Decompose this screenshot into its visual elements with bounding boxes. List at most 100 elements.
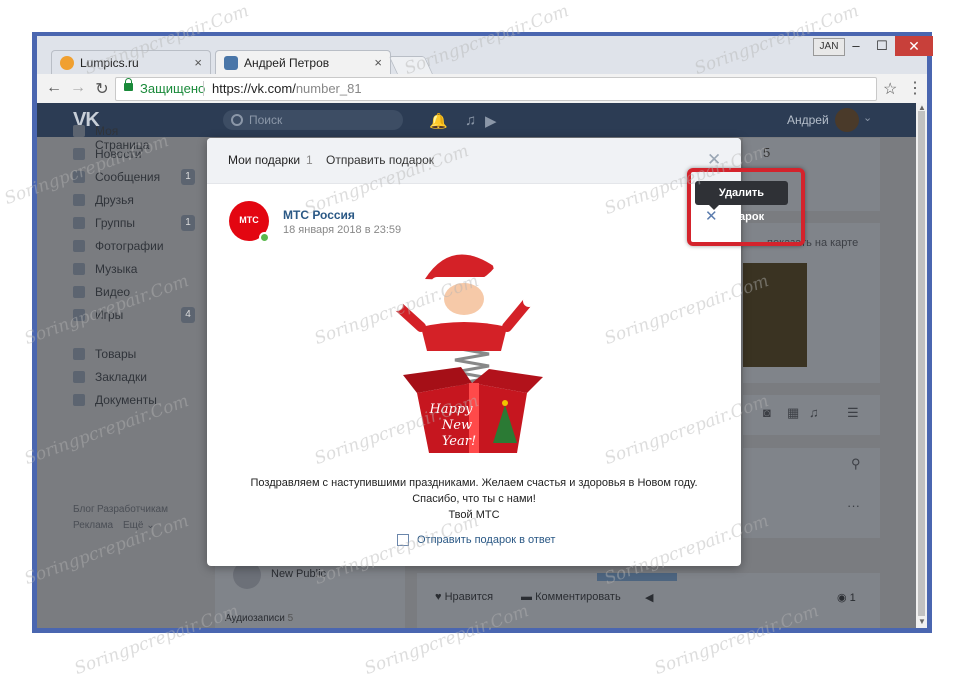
post-button-strip: [597, 573, 677, 581]
notifications-bell-icon[interactable]: 🔔: [429, 112, 448, 130]
maximize-button[interactable]: ☐: [869, 36, 895, 56]
camera-icon[interactable]: ◙: [763, 405, 771, 420]
gift-date: 18 января 2018 в 23:59: [283, 224, 402, 236]
vk-user-avatar[interactable]: [835, 108, 859, 132]
sidebar-item-label: Музыка: [95, 262, 138, 276]
vk-favicon-icon: [224, 56, 238, 70]
address-bar[interactable]: Защищено https://vk.com/number_81: [115, 77, 877, 101]
tab-label: Lumpics.ru: [80, 56, 139, 70]
music-icon: [73, 263, 85, 275]
play-icon[interactable]: ▶: [485, 112, 497, 130]
online-indicator: [259, 232, 270, 243]
like-button[interactable]: ♥ Нравится: [435, 591, 493, 603]
video-icon: [73, 286, 85, 298]
music-note-icon[interactable]: ♫: [465, 112, 476, 129]
lumpics-favicon-icon: [60, 56, 74, 70]
new-tab-button[interactable]: [388, 56, 434, 75]
delete-gift-icon[interactable]: ✕: [705, 207, 718, 225]
vk-page: VK Поиск 🔔 ♫ ▶ Андрей ⌄ Моя Страница Ново…: [37, 103, 916, 628]
sidebar-badge: 1: [181, 215, 195, 231]
gift-message-line-2: Спасибо, что ты с нами!: [412, 493, 536, 505]
video-icon[interactable]: ▦: [787, 405, 799, 421]
sidebar-item-label: Друзья: [95, 193, 134, 207]
vk-user-name[interactable]: Андрей: [787, 113, 829, 127]
reload-icon[interactable]: ↻: [93, 79, 111, 99]
gift-count: 1: [306, 153, 313, 167]
gift-modal-header: Мои подарки 1 Отправить подарок ✕: [207, 138, 741, 184]
footer-link-ads[interactable]: Реклама: [73, 520, 113, 531]
browser-frame: Lumpics.ru × Андрей Петров × JAN – ☐ ✕ ←…: [37, 36, 933, 628]
footer-link-developers[interactable]: Разработчикам: [97, 504, 168, 515]
delete-gift-tooltip: Удалить подарок: [695, 181, 788, 223]
comment-label: Комментировать: [535, 591, 621, 603]
news-icon: [73, 148, 85, 160]
address-separator: [203, 81, 204, 96]
filter-icon[interactable]: ☰: [847, 405, 859, 421]
gift-message-line-3: Твой МТС: [448, 509, 500, 521]
goods-icon: [73, 348, 85, 360]
vk-search-input[interactable]: Поиск: [223, 110, 403, 130]
vk-header: VK Поиск 🔔 ♫ ▶ Андрей ⌄: [37, 103, 916, 137]
gift-box-text-happy: Happy: [428, 402, 473, 417]
tab-label: Андрей Петров: [244, 56, 330, 70]
audio-count: 5: [287, 613, 294, 624]
sidebar-item-label: Закладки: [95, 370, 147, 384]
tab-lumpics[interactable]: Lumpics.ru ×: [51, 50, 211, 74]
tab-close-icon[interactable]: ×: [194, 55, 202, 70]
audio-section-label: Аудиозаписи 5: [225, 613, 293, 624]
views-counter: ◉ 1: [837, 592, 856, 604]
gift-modal: Мои подарки 1 Отправить подарок ✕ МТС МТ…: [207, 138, 805, 566]
groups-icon: [73, 217, 85, 229]
footer-link-more[interactable]: Ещё ⌄: [123, 520, 155, 531]
wall-search-icon[interactable]: ⚲: [851, 456, 861, 472]
browser-menu-icon[interactable]: ⋮: [907, 78, 923, 98]
secure-label: Защищено: [140, 81, 206, 96]
tab-vk-profile[interactable]: Андрей Петров ×: [215, 50, 391, 74]
bookmark-star-icon[interactable]: ☆: [883, 79, 897, 99]
footer-link-blog[interactable]: Блог: [73, 504, 95, 515]
window-close-button[interactable]: ✕: [895, 36, 933, 56]
url-path: number_81: [295, 81, 362, 96]
profile-chip[interactable]: JAN: [813, 38, 845, 56]
music-attach-icon[interactable]: ♫: [809, 405, 819, 420]
location-photo[interactable]: [743, 263, 807, 367]
browser-toolbar: ← → ↻ Защищено https://vk.com/number_81 …: [37, 74, 927, 104]
reply-gift-label: Отправить подарок в ответ: [417, 534, 556, 546]
page-scrollbar[interactable]: ▲ ▼: [916, 103, 927, 628]
sidebar-badge: 4: [181, 307, 195, 323]
sidebar-item-label: Игры: [95, 308, 124, 322]
avatar-text: МТС: [239, 215, 259, 225]
views-count: 1: [849, 592, 856, 604]
games-icon: [73, 309, 85, 321]
more-dots-icon[interactable]: ···: [847, 498, 860, 513]
scroll-down-arrow-icon[interactable]: ▼: [918, 617, 926, 626]
scrollbar-thumb[interactable]: [918, 111, 925, 616]
search-icon: [231, 114, 243, 126]
close-icon[interactable]: ✕: [707, 150, 721, 170]
friends-icon: [73, 194, 85, 206]
santa-figure: [391, 254, 535, 351]
sender-name[interactable]: МТС Россия: [283, 208, 355, 222]
comment-button[interactable]: ▬ Комментировать: [521, 591, 621, 603]
chevron-down-icon[interactable]: ⌄: [863, 111, 872, 124]
sidebar-item-label: Фотографии: [95, 239, 164, 253]
documents-icon: [73, 394, 85, 406]
like-label: Нравится: [444, 591, 494, 603]
share-icon[interactable]: ◀: [645, 591, 653, 604]
gift-box-text-year: Year!: [442, 434, 476, 449]
tab-close-icon[interactable]: ×: [374, 55, 382, 70]
browser-window: Lumpics.ru × Андрей Петров × JAN – ☐ ✕ ←…: [32, 32, 933, 633]
post-actions-panel: ♥ Нравится ▬ Комментировать ◀ ◉ 1: [417, 573, 880, 628]
group-name[interactable]: New Public: [271, 568, 326, 580]
send-gift-link[interactable]: Отправить подарок: [326, 153, 434, 167]
gift-icon: [397, 534, 409, 546]
sidebar-badge: 1: [181, 169, 195, 185]
messages-icon: [73, 171, 85, 183]
sidebar-item-label: Видео: [95, 285, 131, 299]
forward-arrow-icon[interactable]: →: [69, 79, 87, 97]
photos-icon: [73, 240, 85, 252]
minimize-button[interactable]: –: [843, 36, 869, 56]
santa-gift-image: Happy New Year!: [391, 254, 543, 453]
post-toolbar-panel: ◙ ▦ ♫ ☰: [743, 395, 880, 435]
back-arrow-icon[interactable]: ←: [45, 79, 63, 97]
